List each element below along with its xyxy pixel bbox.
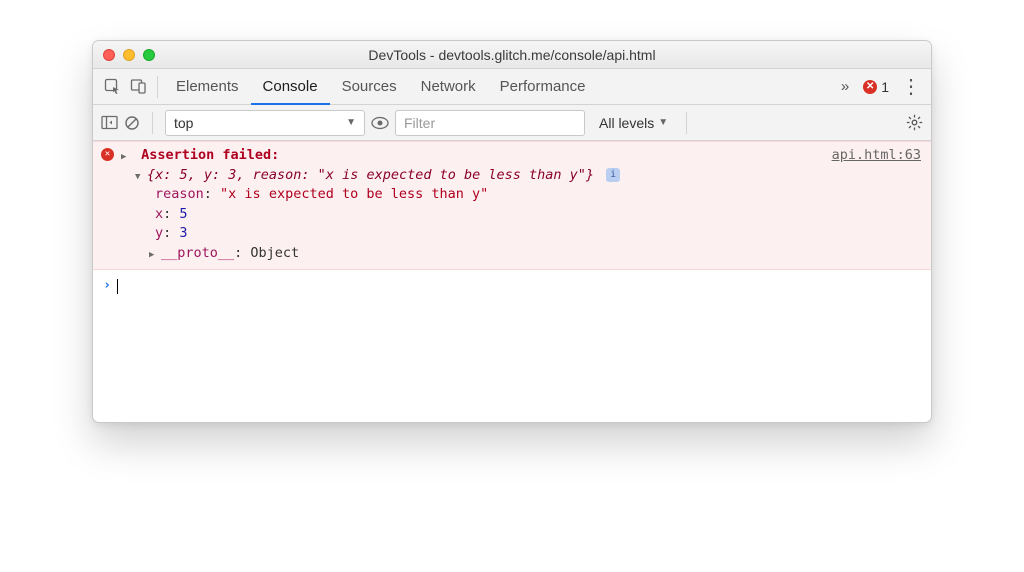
live-expression-icon[interactable] <box>371 116 389 130</box>
filter-field[interactable] <box>404 115 576 131</box>
devtools-window: DevTools - devtools.glitch.me/console/ap… <box>92 40 932 423</box>
context-select[interactable]: top ▼ <box>165 110 365 136</box>
divider <box>686 112 687 134</box>
prop-key: y <box>155 225 163 241</box>
device-toggle-icon[interactable] <box>125 74 151 100</box>
source-link[interactable]: api.html:63 <box>832 146 921 166</box>
object-summary: {x: 5, y: 3, reason: "x is expected to b… <box>147 167 594 183</box>
text-cursor <box>117 279 118 294</box>
tabs-overflow-icon[interactable]: » <box>835 69 855 105</box>
prop-value: "x is expected to be less than y" <box>220 186 488 202</box>
gear-icon[interactable] <box>906 114 923 131</box>
titlebar: DevTools - devtools.glitch.me/console/ap… <box>93 41 931 69</box>
info-icon[interactable]: i <box>606 168 620 182</box>
console-sidebar-toggle-icon[interactable] <box>101 115 118 130</box>
chevron-down-icon: ▼ <box>346 117 356 128</box>
assertion-label: Assertion failed: <box>141 147 279 163</box>
error-count-badge[interactable]: ✕ 1 <box>863 79 889 95</box>
divider <box>152 112 153 134</box>
proto-value: Object <box>250 245 299 261</box>
tab-console[interactable]: Console <box>251 69 330 105</box>
console-output: ✕ Assertion failed: api.html:63 {x: 5, y… <box>93 141 931 422</box>
error-icon: ✕ <box>863 80 877 94</box>
disclosure-triangle-icon[interactable] <box>149 244 159 264</box>
tab-network[interactable]: Network <box>409 69 488 105</box>
object-property: x: 5 <box>121 205 921 225</box>
disclosure-triangle-icon[interactable] <box>121 146 131 166</box>
main-tabs-row: Elements Console Sources Network Perform… <box>93 69 931 105</box>
divider <box>157 76 158 98</box>
object-proto[interactable]: __proto__: Object <box>121 244 921 264</box>
zoom-icon[interactable] <box>143 49 155 61</box>
chevron-down-icon: ▼ <box>658 117 668 128</box>
console-toolbar: top ▼ All levels ▼ <box>93 105 931 141</box>
error-icon: ✕ <box>101 148 114 161</box>
context-value: top <box>174 115 193 131</box>
window-title: DevTools - devtools.glitch.me/console/ap… <box>93 47 931 63</box>
close-icon[interactable] <box>103 49 115 61</box>
disclosure-triangle-icon[interactable] <box>135 166 145 186</box>
prop-key: reason <box>155 186 204 202</box>
prop-value: 3 <box>179 225 187 241</box>
levels-label: All levels <box>599 115 654 131</box>
object-property: y: 3 <box>121 224 921 244</box>
log-levels-select[interactable]: All levels ▼ <box>591 115 676 131</box>
object-summary-line[interactable]: {x: 5, y: 3, reason: "x is expected to b… <box>121 166 921 186</box>
minimize-icon[interactable] <box>123 49 135 61</box>
console-prompt[interactable]: › <box>93 270 931 302</box>
prop-key: x <box>155 206 163 222</box>
traffic-lights <box>103 49 155 61</box>
spacer <box>93 302 931 422</box>
tab-elements[interactable]: Elements <box>164 69 251 105</box>
proto-key: __proto__ <box>161 245 234 261</box>
error-count: 1 <box>881 79 889 95</box>
filter-input[interactable] <box>395 110 585 136</box>
console-error-message[interactable]: ✕ Assertion failed: api.html:63 {x: 5, y… <box>93 141 931 270</box>
prompt-chevron-icon: › <box>103 276 111 296</box>
object-property: reason: "x is expected to be less than y… <box>121 185 921 205</box>
tab-sources[interactable]: Sources <box>330 69 409 105</box>
prop-value: 5 <box>179 206 187 222</box>
tab-performance[interactable]: Performance <box>488 69 598 105</box>
clear-console-icon[interactable] <box>124 115 140 131</box>
kebab-menu-icon[interactable]: ⋮ <box>897 74 925 99</box>
inspect-icon[interactable] <box>99 74 125 100</box>
